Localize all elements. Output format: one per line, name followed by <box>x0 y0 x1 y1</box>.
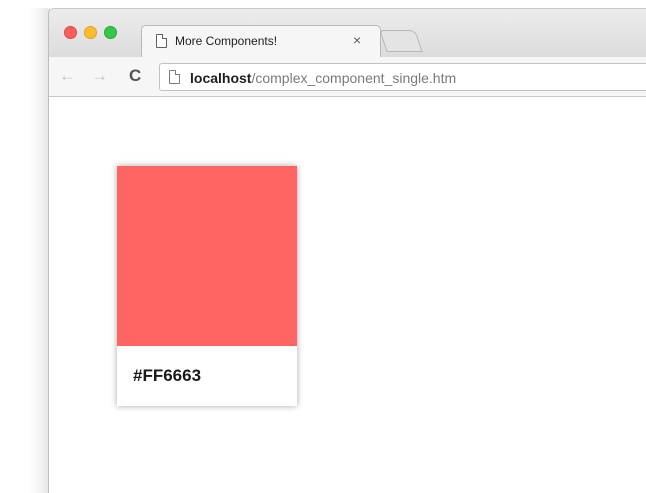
tab-strip: More Components! × <box>49 9 646 57</box>
color-card: #FF6663 <box>117 166 297 406</box>
new-tab-button[interactable] <box>379 30 423 52</box>
close-window-button[interactable] <box>64 26 77 39</box>
minimize-window-button[interactable] <box>84 26 97 39</box>
page-icon <box>156 34 167 48</box>
address-bar[interactable]: localhost/complex_component_single.htm <box>159 63 646 91</box>
forward-arrow-icon[interactable]: → <box>91 66 108 86</box>
tab-more-components[interactable]: More Components! × <box>141 25 381 57</box>
color-label: #FF6663 <box>133 366 202 385</box>
tab-title: More Components! <box>175 34 278 48</box>
reload-icon[interactable]: C <box>129 66 141 86</box>
browser-window: More Components! × ← → C localhost/compl… <box>48 8 646 493</box>
stage: More Components! × ← → C localhost/compl… <box>0 0 646 493</box>
url-path: /complex_component_single.htm <box>251 70 457 86</box>
toolbar: ← → C localhost/complex_component_single… <box>49 57 646 97</box>
page-content: #FF6663 <box>49 98 646 493</box>
page-icon <box>169 69 181 84</box>
color-swatch <box>117 166 297 346</box>
window-shadow <box>30 8 50 493</box>
back-arrow-icon[interactable]: ← <box>59 66 76 86</box>
close-tab-icon[interactable]: × <box>353 31 361 49</box>
url-host: localhost <box>190 70 252 86</box>
zoom-window-button[interactable] <box>104 26 117 39</box>
url-text[interactable]: localhost/complex_component_single.htm <box>190 70 456 86</box>
